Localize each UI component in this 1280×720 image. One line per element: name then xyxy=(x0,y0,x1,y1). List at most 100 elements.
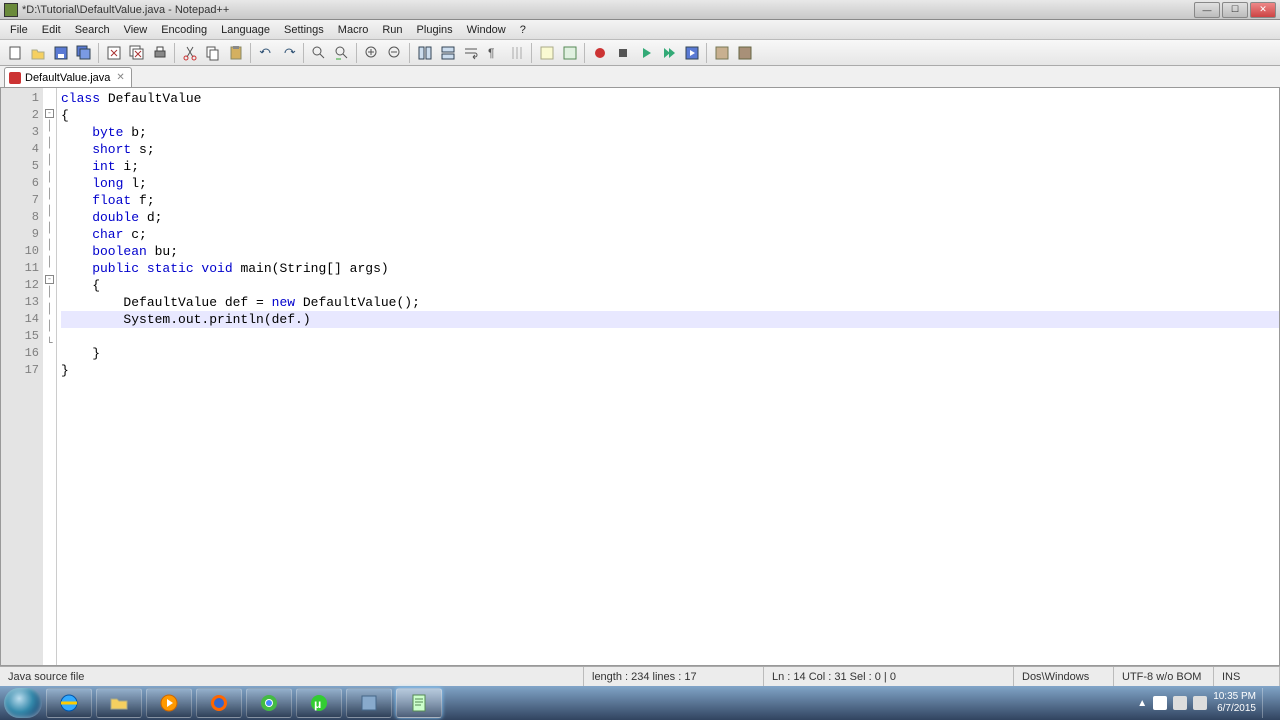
toolbar-separator xyxy=(250,43,252,63)
tab-modified-icon xyxy=(9,72,21,84)
menu-encoding[interactable]: Encoding xyxy=(155,22,213,38)
function-list-button[interactable] xyxy=(559,42,581,64)
menu-edit[interactable]: Edit xyxy=(36,22,67,38)
start-button[interactable] xyxy=(4,688,42,718)
tab-label: DefaultValue.java xyxy=(25,72,110,84)
close-file-button[interactable] xyxy=(103,42,125,64)
window-controls: — ☐ ✕ xyxy=(1194,2,1276,18)
code-area[interactable]: class DefaultValue { byte b; short s; in… xyxy=(57,88,1279,665)
menu-macro[interactable]: Macro xyxy=(332,22,375,38)
tab-close-icon[interactable]: ✕ xyxy=(114,72,126,83)
taskbar-app-icon[interactable] xyxy=(346,688,392,718)
show-desktop-button[interactable] xyxy=(1262,688,1270,718)
copy-button[interactable] xyxy=(202,42,224,64)
close-button[interactable]: ✕ xyxy=(1250,2,1276,18)
tray-clock[interactable]: 10:35 PM 6/7/2015 xyxy=(1213,691,1256,715)
toolbar: ¶ xyxy=(0,40,1280,66)
zoom-out-button[interactable] xyxy=(384,42,406,64)
word-wrap-button[interactable] xyxy=(460,42,482,64)
undo-button[interactable] xyxy=(255,42,277,64)
new-file-button[interactable] xyxy=(4,42,26,64)
stop-macro-button[interactable] xyxy=(612,42,634,64)
editor-pane: 1 2 3 4 5 6 7 8 9 10 11 12 13 14 15 16 1… xyxy=(0,88,1280,666)
tray-network-icon[interactable] xyxy=(1173,696,1187,710)
toolbar-separator xyxy=(409,43,411,63)
toolbar-extra-2[interactable] xyxy=(734,42,756,64)
line-number: 4 xyxy=(1,141,39,158)
toolbar-separator xyxy=(356,43,358,63)
doc-map-button[interactable] xyxy=(536,42,558,64)
toolbar-separator xyxy=(531,43,533,63)
current-line: System.out.println(def.) xyxy=(61,311,1279,328)
menu-view[interactable]: View xyxy=(118,22,154,38)
save-button[interactable] xyxy=(50,42,72,64)
menu-file[interactable]: File xyxy=(4,22,34,38)
taskbar-notepadpp-icon[interactable] xyxy=(396,688,442,718)
windows-taskbar: μ ▲ 10:35 PM 6/7/2015 xyxy=(0,686,1280,720)
toolbar-separator xyxy=(98,43,100,63)
line-number: 1 xyxy=(1,90,39,107)
zoom-in-button[interactable] xyxy=(361,42,383,64)
sync-h-button[interactable] xyxy=(437,42,459,64)
find-button[interactable] xyxy=(308,42,330,64)
open-file-button[interactable] xyxy=(27,42,49,64)
line-number: 13 xyxy=(1,294,39,311)
show-all-chars-button[interactable]: ¶ xyxy=(483,42,505,64)
save-all-button[interactable] xyxy=(73,42,95,64)
replace-button[interactable] xyxy=(331,42,353,64)
close-all-button[interactable] xyxy=(126,42,148,64)
sync-v-button[interactable] xyxy=(414,42,436,64)
taskbar-chrome-icon[interactable] xyxy=(246,688,292,718)
svg-text:¶: ¶ xyxy=(488,46,494,60)
menu-window[interactable]: Window xyxy=(461,22,512,38)
menu-settings[interactable]: Settings xyxy=(278,22,330,38)
window-title: *D:\Tutorial\DefaultValue.java - Notepad… xyxy=(22,4,1194,16)
taskbar-media-icon[interactable] xyxy=(146,688,192,718)
menu-plugins[interactable]: Plugins xyxy=(411,22,459,38)
taskbar-firefox-icon[interactable] xyxy=(196,688,242,718)
toolbar-separator xyxy=(174,43,176,63)
toolbar-extra-1[interactable] xyxy=(711,42,733,64)
line-number: 15 xyxy=(1,328,39,345)
system-tray: ▲ 10:35 PM 6/7/2015 xyxy=(1137,688,1276,718)
cut-button[interactable] xyxy=(179,42,201,64)
redo-button[interactable] xyxy=(278,42,300,64)
indent-guide-button[interactable] xyxy=(506,42,528,64)
taskbar-ie-icon[interactable] xyxy=(46,688,92,718)
svg-text:μ: μ xyxy=(314,697,321,711)
tray-show-hidden-icon[interactable]: ▲ xyxy=(1137,698,1147,709)
tray-flag-icon[interactable] xyxy=(1153,696,1167,710)
tab-bar: DefaultValue.java ✕ xyxy=(0,66,1280,88)
line-number: 9 xyxy=(1,226,39,243)
play-multi-button[interactable] xyxy=(658,42,680,64)
paste-button[interactable] xyxy=(225,42,247,64)
line-number: 11 xyxy=(1,260,39,277)
line-number: 12 xyxy=(1,277,39,294)
window-titlebar: *D:\Tutorial\DefaultValue.java - Notepad… xyxy=(0,0,1280,20)
line-number: 16 xyxy=(1,345,39,362)
save-macro-button[interactable] xyxy=(681,42,703,64)
tray-volume-icon[interactable] xyxy=(1193,696,1207,710)
menu-help[interactable]: ? xyxy=(514,22,532,38)
taskbar-explorer-icon[interactable] xyxy=(96,688,142,718)
fold-toggle-icon[interactable]: - xyxy=(45,109,54,118)
maximize-button[interactable]: ☐ xyxy=(1222,2,1248,18)
tab-defaultvalue[interactable]: DefaultValue.java ✕ xyxy=(4,67,132,87)
toolbar-separator xyxy=(303,43,305,63)
line-number: 5 xyxy=(1,158,39,175)
menu-search[interactable]: Search xyxy=(69,22,116,38)
minimize-button[interactable]: — xyxy=(1194,2,1220,18)
line-number: 17 xyxy=(1,362,39,379)
fold-toggle-icon[interactable]: - xyxy=(45,275,54,284)
menu-language[interactable]: Language xyxy=(215,22,276,38)
status-bar: Java source file length : 234 lines : 17… xyxy=(0,666,1280,686)
record-macro-button[interactable] xyxy=(589,42,611,64)
line-number: 2 xyxy=(1,107,39,124)
print-button[interactable] xyxy=(149,42,171,64)
fold-margin: - │││││││││ - │││ └ xyxy=(43,88,57,665)
menu-run[interactable]: Run xyxy=(376,22,408,38)
status-filetype: Java source file xyxy=(0,667,584,686)
play-macro-button[interactable] xyxy=(635,42,657,64)
line-number: 6 xyxy=(1,175,39,192)
taskbar-utorrent-icon[interactable]: μ xyxy=(296,688,342,718)
